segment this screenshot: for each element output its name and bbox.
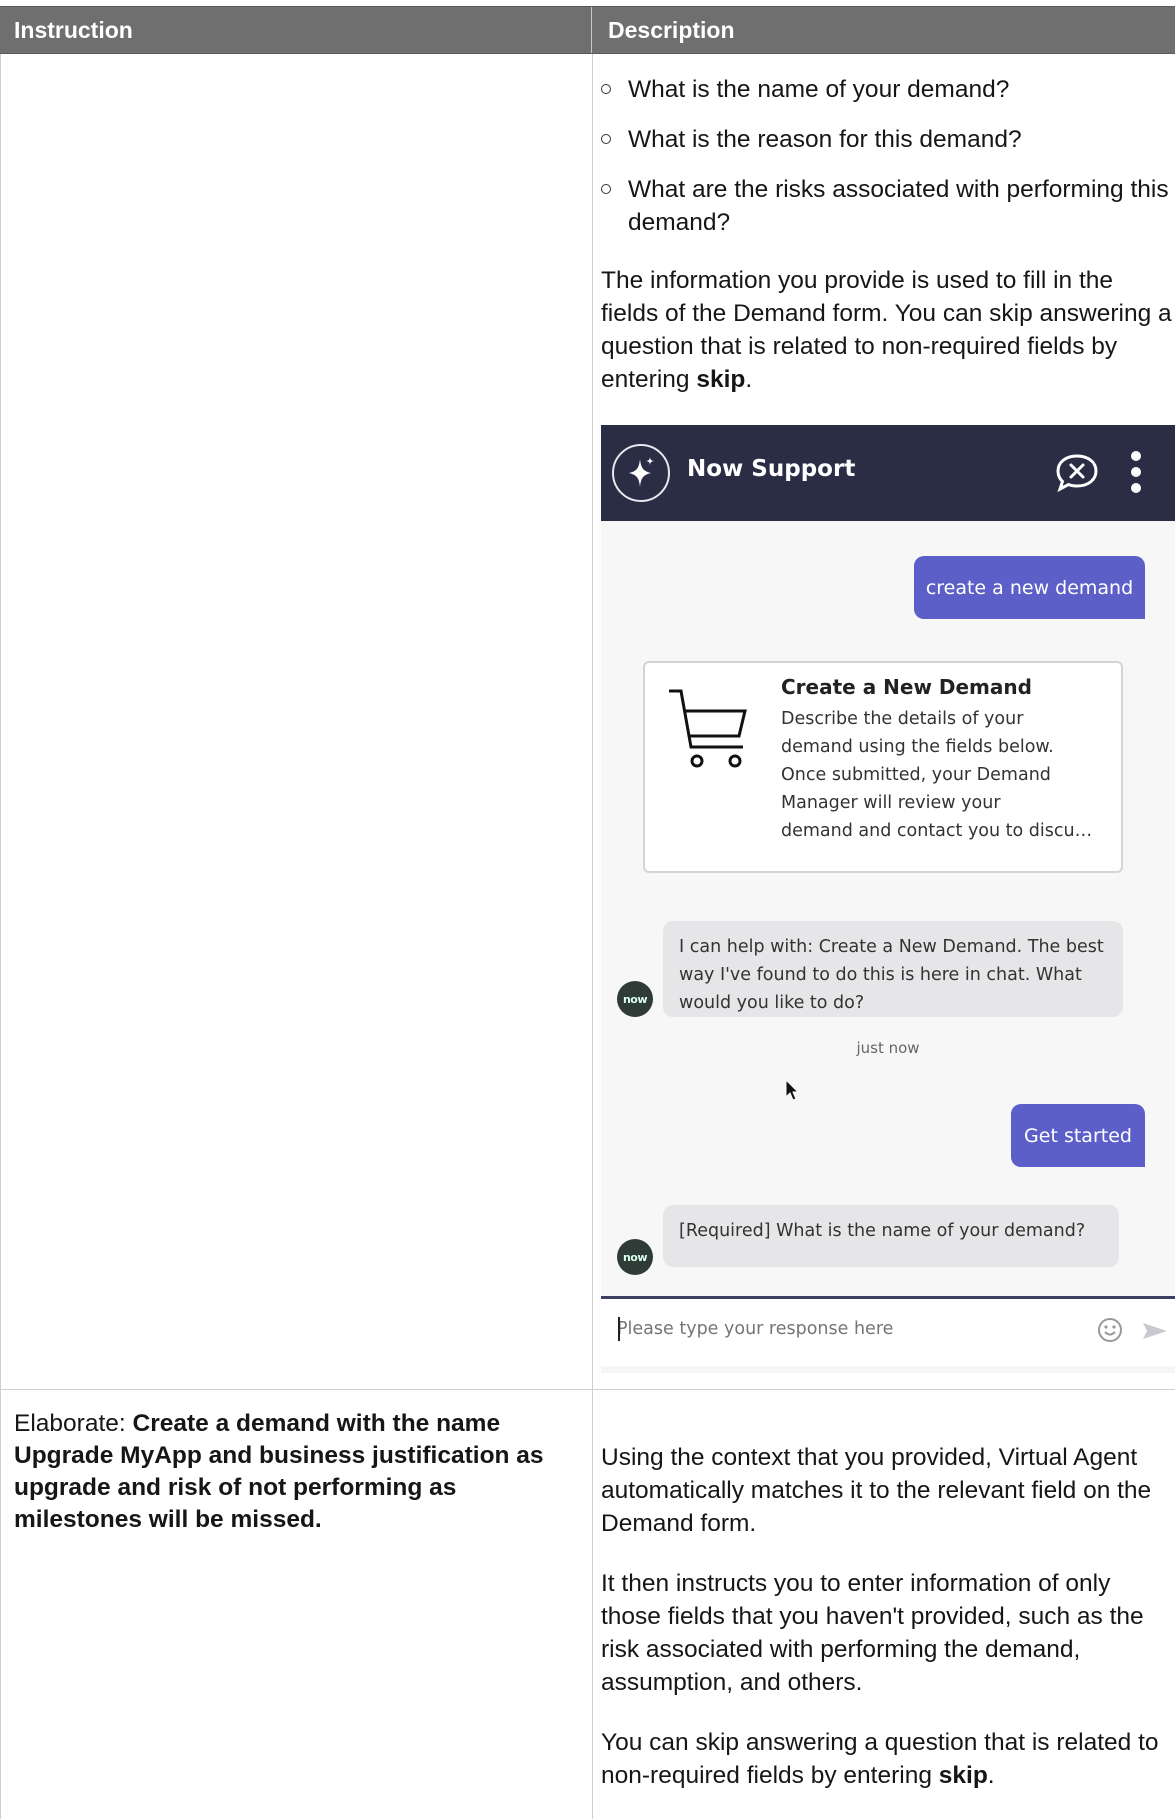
chat-input-bar xyxy=(601,1296,1175,1366)
chat-title: Now Support xyxy=(687,456,856,482)
column-divider xyxy=(592,54,593,1819)
bot-message-bubble: I can help with: Create a New Demand. Th… xyxy=(663,921,1123,1017)
send-icon[interactable] xyxy=(1141,1319,1169,1347)
emoji-icon[interactable] xyxy=(1096,1316,1124,1348)
text-caret xyxy=(618,1317,620,1341)
pointer-cursor-icon xyxy=(785,1078,801,1107)
instruction-cell: Elaborate: Create a demand with the name… xyxy=(14,1408,589,1536)
more-vertical-icon[interactable] xyxy=(1128,449,1144,499)
response-input[interactable] xyxy=(617,1319,1077,1339)
paragraph-text: You can skip answering a question that i… xyxy=(601,1729,1159,1789)
skip-paragraph: You can skip answering a question that i… xyxy=(601,1726,1173,1792)
description-column-header: Description xyxy=(608,17,735,43)
avatar: now xyxy=(617,981,653,1017)
card-description: Describe the details of your demand usin… xyxy=(781,709,1093,841)
bot-question-bubble: [Required] What is the name of your dema… xyxy=(663,1205,1119,1267)
card-title: Create a New Demand xyxy=(781,675,1032,699)
list-item: What is the name of your demand? xyxy=(601,73,1173,106)
chat-header: Now Support xyxy=(601,425,1175,521)
virtual-agent-chat-window: Now Support create a new demand Create a… xyxy=(601,425,1175,1373)
skip-keyword: skip xyxy=(938,1762,988,1789)
cart-icon xyxy=(665,681,751,777)
sparkle-logo-icon xyxy=(612,444,670,502)
paragraph-text: The information you provide is used to f… xyxy=(601,267,1172,393)
row-divider xyxy=(0,1389,1175,1390)
table-header-row: Instruction Description xyxy=(0,6,1175,54)
paragraph-end: . xyxy=(745,366,753,393)
documentation-page: Instruction Description What is the name… xyxy=(0,0,1175,1819)
list-item: What is the reason for this demand? xyxy=(601,123,1173,156)
table-left-border xyxy=(0,54,1,1819)
user-message-bubble: create a new demand xyxy=(914,556,1145,619)
message-timestamp: just now xyxy=(856,1039,920,1057)
chat-transcript: create a new demand Create a New Demand … xyxy=(601,521,1175,1321)
instruction-prefix: Elaborate: xyxy=(14,1410,133,1437)
skip-keyword: skip xyxy=(696,366,746,393)
demand-catalog-card[interactable]: Create a New Demand Describe the details… xyxy=(643,661,1123,873)
paragraph-end: . xyxy=(987,1762,995,1789)
missing-fields-paragraph: It then instructs you to enter informati… xyxy=(601,1570,1144,1696)
get-started-bubble[interactable]: Get started xyxy=(1011,1104,1145,1167)
end-chat-icon[interactable] xyxy=(1054,452,1100,498)
avatar: now xyxy=(617,1239,653,1275)
list-item: What are the risks associated with perfo… xyxy=(601,173,1173,239)
instruction-column-header: Instruction xyxy=(0,7,592,53)
context-matching-paragraph: Using the context that you provided, Vir… xyxy=(601,1444,1152,1537)
demand-question-list: What is the name of your demand? What is… xyxy=(601,73,1173,256)
demand-form-paragraph: The information you provide is used to f… xyxy=(601,264,1173,396)
